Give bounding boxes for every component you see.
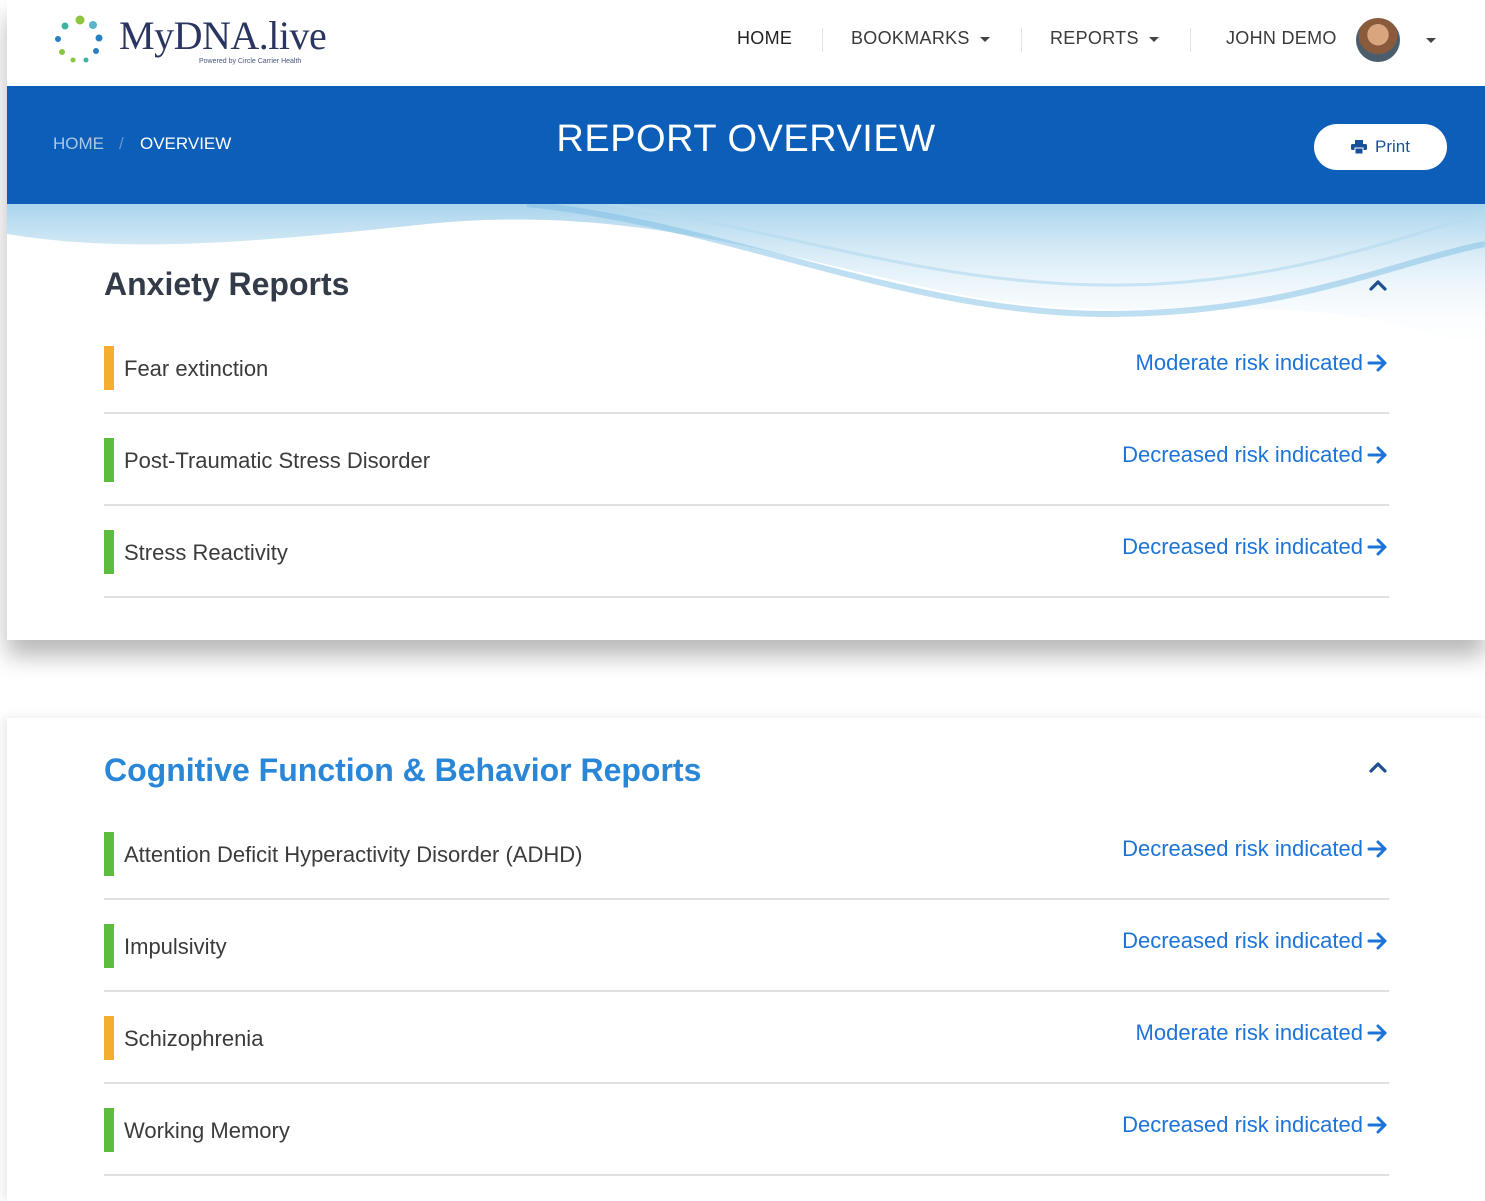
risk-indicator-moderate xyxy=(104,1016,114,1060)
risk-indicator-moderate xyxy=(104,346,114,390)
report-row-fear-extinction[interactable]: Fear extinction Moderate risk indicated xyxy=(104,322,1389,414)
arrow-right-icon xyxy=(1367,446,1387,464)
arrow-right-icon xyxy=(1367,840,1387,858)
risk-status-text: Decreased risk indicated xyxy=(1122,1112,1363,1137)
report-row-schizophrenia[interactable]: Schizophrenia Moderate risk indicated xyxy=(104,992,1389,1084)
risk-indicator-decreased xyxy=(104,438,114,482)
brand-logo[interactable]: MyDNA.live Powered by Circle Carrier Hea… xyxy=(53,12,353,72)
report-row-adhd[interactable]: Attention Deficit Hyperactivity Disorder… xyxy=(104,808,1389,900)
report-name: Fear extinction xyxy=(124,356,269,381)
nav-home[interactable]: HOME xyxy=(737,28,792,49)
risk-indicator-decreased xyxy=(104,924,114,968)
dna-dots-icon xyxy=(55,15,103,63)
risk-status-link[interactable]: Moderate risk indicated xyxy=(1136,1020,1389,1046)
user-avatar[interactable] xyxy=(1356,18,1400,62)
nav-user-name[interactable]: JOHN DEMO xyxy=(1226,28,1337,49)
risk-status-link[interactable]: Decreased risk indicated xyxy=(1122,442,1389,468)
print-label: Print xyxy=(1375,137,1410,156)
risk-status-link[interactable]: Moderate risk indicated xyxy=(1136,350,1389,376)
report-overview-card: MyDNA.live Powered by Circle Carrier Hea… xyxy=(7,0,1485,640)
nav-bookmarks[interactable]: BOOKMARKS xyxy=(851,28,990,49)
chevron-up-icon[interactable] xyxy=(1367,274,1389,296)
nav-divider xyxy=(1190,28,1191,52)
section-title[interactable]: Anxiety Reports xyxy=(104,266,349,303)
risk-status-text: Decreased risk indicated xyxy=(1122,442,1363,467)
report-name: Post-Traumatic Stress Disorder xyxy=(124,448,431,473)
chevron-up-icon[interactable] xyxy=(1367,756,1389,778)
risk-status-text: Decreased risk indicated xyxy=(1122,928,1363,953)
caret-down-icon xyxy=(1148,36,1159,42)
nav-divider xyxy=(1021,28,1022,52)
nav-divider xyxy=(822,28,823,52)
report-row-working-memory[interactable]: Working Memory Decreased risk indicated xyxy=(104,1084,1389,1176)
arrow-right-icon xyxy=(1367,1024,1387,1042)
arrow-right-icon xyxy=(1367,354,1387,372)
brand-name: MyDNA.live xyxy=(119,13,327,58)
section-title[interactable]: Cognitive Function & Behavior Reports xyxy=(104,752,701,789)
risk-status-link[interactable]: Decreased risk indicated xyxy=(1122,836,1389,862)
risk-status-text: Decreased risk indicated xyxy=(1122,534,1363,559)
risk-indicator-decreased xyxy=(104,832,114,876)
risk-status-link[interactable]: Decreased risk indicated xyxy=(1122,534,1389,560)
nav-reports-label: REPORTS xyxy=(1050,28,1139,48)
brand-tagline: Powered by Circle Carrier Health xyxy=(199,58,302,65)
report-row-ptsd[interactable]: Post-Traumatic Stress Disorder Decreased… xyxy=(104,414,1389,506)
arrow-right-icon xyxy=(1367,932,1387,950)
report-row-stress-reactivity[interactable]: Stress Reactivity Decreased risk indicat… xyxy=(104,506,1389,598)
risk-status-text: Moderate risk indicated xyxy=(1135,1020,1363,1045)
report-name: Impulsivity xyxy=(124,934,227,959)
arrow-right-icon xyxy=(1367,538,1387,556)
risk-status-link[interactable]: Decreased risk indicated xyxy=(1122,928,1389,954)
report-row-impulsivity[interactable]: Impulsivity Decreased risk indicated xyxy=(104,900,1389,992)
top-navbar: MyDNA.live Powered by Circle Carrier Hea… xyxy=(7,0,1485,86)
page-header: HOME / OVERVIEW REPORT OVERVIEW Print xyxy=(7,86,1485,204)
risk-indicator-decreased xyxy=(104,1108,114,1152)
report-name: Stress Reactivity xyxy=(124,540,288,565)
risk-status-text: Moderate risk indicated xyxy=(1135,350,1363,375)
arrow-right-icon xyxy=(1367,1116,1387,1134)
nav-reports[interactable]: REPORTS xyxy=(1050,28,1159,49)
cognitive-reports-card: Cognitive Function & Behavior Reports At… xyxy=(7,718,1485,1201)
caret-down-icon xyxy=(979,36,990,42)
print-button[interactable]: Print xyxy=(1314,124,1447,170)
risk-status-link[interactable]: Decreased risk indicated xyxy=(1122,1112,1389,1138)
risk-indicator-decreased xyxy=(104,530,114,574)
report-name: Attention Deficit Hyperactivity Disorder… xyxy=(124,842,583,867)
report-name: Schizophrenia xyxy=(124,1026,264,1051)
user-menu-caret-icon[interactable] xyxy=(1426,38,1436,43)
risk-status-text: Decreased risk indicated xyxy=(1122,836,1363,861)
report-name: Working Memory xyxy=(124,1118,290,1143)
printer-icon xyxy=(1351,140,1368,154)
nav-bookmarks-label: BOOKMARKS xyxy=(851,28,970,48)
page-title: REPORT OVERVIEW xyxy=(556,118,936,160)
